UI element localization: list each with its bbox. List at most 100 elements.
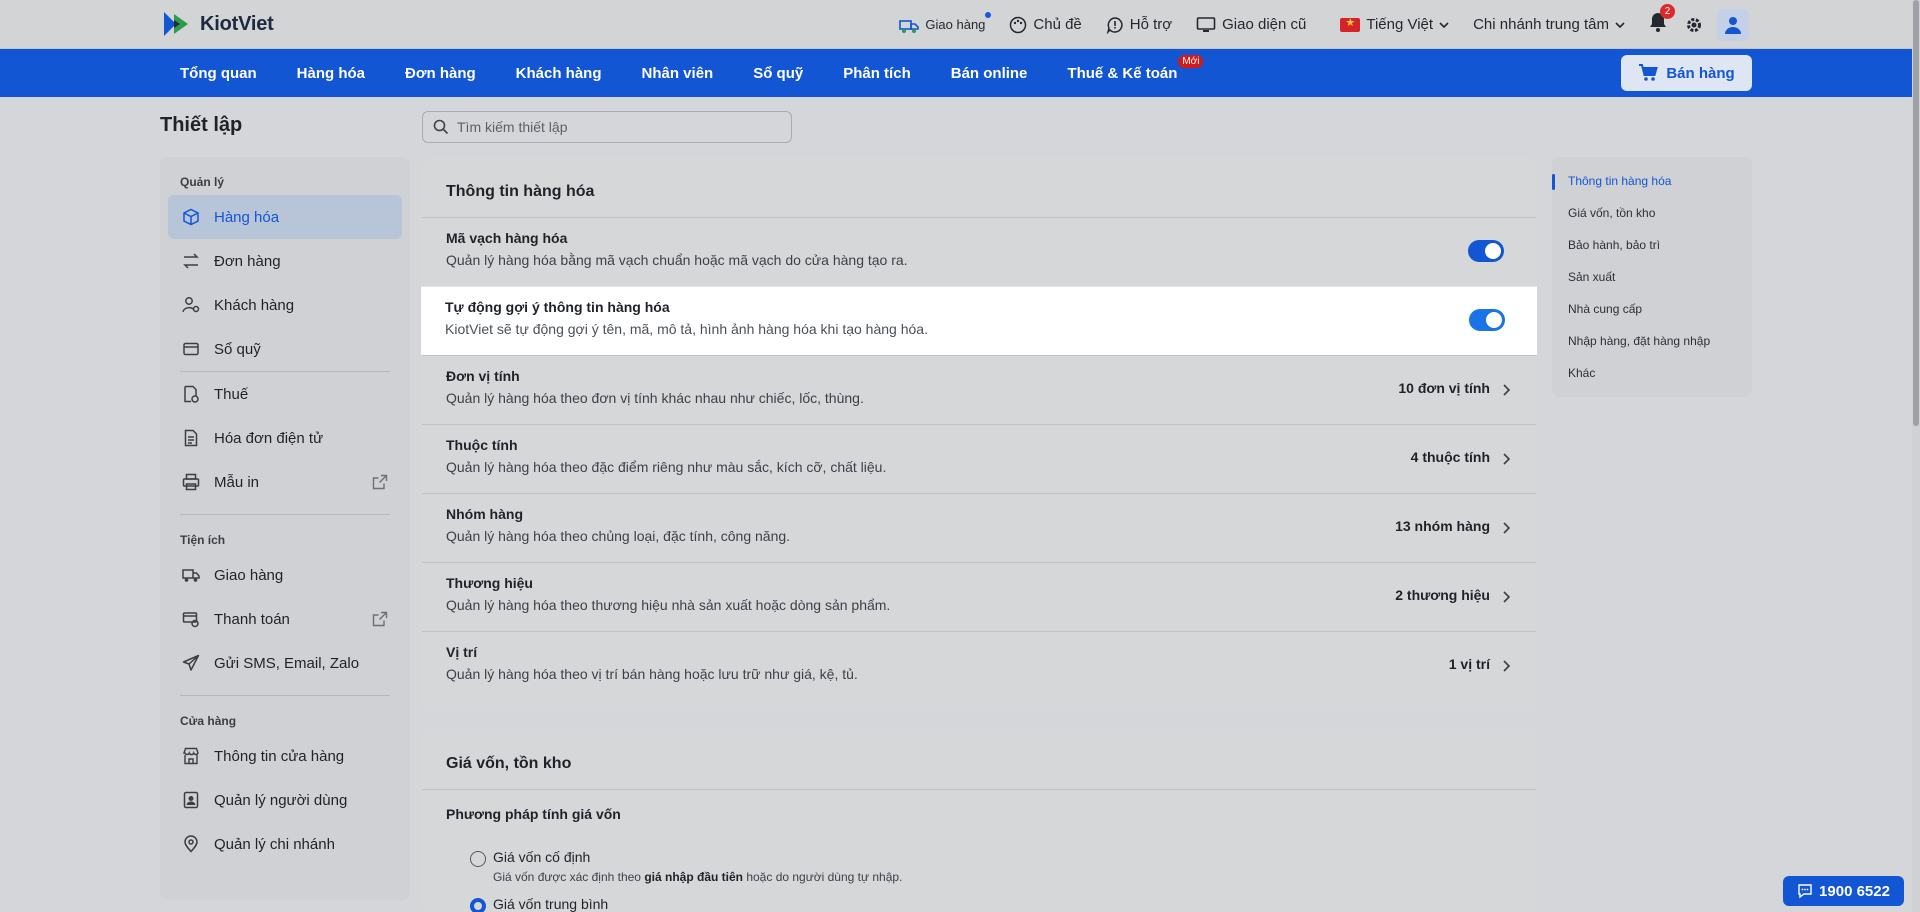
sidebar-item-label: Hàng hóa (214, 208, 280, 226)
cost-inventory-title: Giá vốn, tồn kho (446, 755, 572, 772)
old-ui-button[interactable]: Giao diện cũ (1196, 16, 1306, 34)
nav-overview[interactable]: Tổng quan (180, 65, 257, 82)
nav-online-sales[interactable]: Bán online (951, 65, 1028, 82)
invoice-icon (184, 429, 198, 447)
user-icon (1725, 16, 1741, 34)
language-selector[interactable]: Tiếng Việt (1340, 16, 1449, 33)
sell-button-label: Bán hàng (1666, 64, 1735, 82)
user-avatar-button[interactable] (1717, 8, 1749, 41)
setting-row-locations[interactable]: Vị trí Quản lý hàng hóa theo vị trí bán … (422, 631, 1536, 700)
auto-suggest-toggle[interactable] (1469, 309, 1505, 331)
sidebar-item-products[interactable]: Hàng hóa (168, 195, 402, 239)
setting-row-units[interactable]: Đơn vị tính Quản lý hàng hóa theo đơn vị… (422, 355, 1536, 424)
sidebar-item-label: Thanh toán (214, 610, 290, 628)
radio-label: Giá vốn trung bình (493, 896, 609, 912)
sidebar-item-tax[interactable]: Thuế (168, 372, 402, 416)
hotline-button[interactable]: 1900 6522 (1783, 876, 1904, 906)
vietnam-flag-icon (1340, 16, 1361, 32)
nav-customers[interactable]: Khách hàng (516, 65, 602, 82)
sidebar-item-store-info[interactable]: Thông tin cửa hàng (168, 734, 402, 778)
anchor-production[interactable]: Sản xuất (1552, 263, 1752, 295)
barcode-toggle[interactable] (1468, 240, 1504, 262)
sidebar-item-label: Mẫu in (214, 473, 260, 491)
old-ui-label: Giao diện cũ (1222, 16, 1307, 33)
anchor-cost-inventory[interactable]: Giá vốn, tồn kho (1552, 199, 1752, 231)
sidebar-item-label: Quản lý người dùng (214, 791, 348, 809)
sidebar-item-label: Giao hàng (214, 566, 284, 584)
sidebar-item-orders[interactable]: Đơn hàng (168, 239, 402, 283)
branch-selector[interactable]: Chi nhánh trung tâm (1473, 16, 1625, 33)
chevron-right-icon (1503, 453, 1510, 465)
sidebar-item-messaging[interactable]: Gửi SMS, Email, Zalo (168, 641, 402, 685)
sidebar-item-label: Hóa đơn điện tử (214, 429, 324, 447)
setting-value: 1 vị trí (1448, 656, 1490, 672)
anchor-product-info[interactable]: Thông tin hàng hóa (1552, 167, 1752, 199)
theme-button[interactable]: Chủ đề (1009, 16, 1082, 34)
sidebar-group-title: Quản lý (180, 175, 225, 189)
store-icon (183, 747, 199, 765)
radio-fixed[interactable] (470, 851, 486, 867)
chevron-right-icon (1503, 591, 1510, 603)
chevron-right-icon (1503, 384, 1510, 396)
support-button[interactable]: Hỗ trợ (1106, 16, 1172, 34)
cost-option-average[interactable]: Giá vốn trung bình (422, 896, 1536, 912)
nav-orders[interactable]: Đơn hàng (405, 65, 476, 82)
chevron-down-icon (1615, 21, 1625, 28)
sidebar-item-label: Sổ quỹ (214, 340, 261, 358)
printer-icon (182, 473, 200, 491)
sidebar-item-print-templates[interactable]: Mẫu in (168, 460, 402, 504)
settings-button[interactable] (1685, 16, 1703, 34)
notification-button[interactable]: 2 (1649, 4, 1675, 37)
logo-icon (164, 12, 188, 36)
setting-row-groups[interactable]: Nhóm hàng Quản lý hàng hóa theo chủng lo… (422, 493, 1536, 562)
sidebar-item-label: Thông tin cửa hàng (214, 747, 345, 765)
setting-value: 4 thuộc tính (1410, 449, 1490, 465)
sidebar-item-user-management[interactable]: Quản lý người dùng (168, 778, 402, 822)
delivery-label: Giao hàng (925, 17, 986, 32)
nav-products[interactable]: Hàng hóa (297, 65, 365, 82)
sidebar-item-delivery[interactable]: Giao hàng (168, 553, 402, 597)
app-name: KiotViet (200, 12, 274, 35)
delivery-truck-icon (899, 19, 920, 33)
anchor-suppliers[interactable]: Nhà cung cấp (1552, 295, 1752, 327)
settings-search-input[interactable] (457, 119, 777, 135)
scrollbar-thumb[interactable] (1913, 0, 1919, 426)
nav-cashbook[interactable]: Sổ quỹ (753, 65, 803, 82)
chevron-down-icon (1439, 21, 1449, 28)
gear-icon (1687, 17, 1701, 32)
external-link-icon (372, 611, 388, 627)
kiotviet-logo[interactable]: KiotViet (160, 8, 274, 40)
radio-description: Giá vốn được xác định theo giá nhập đầu … (493, 870, 903, 884)
sidebar-divider (180, 514, 390, 515)
section-anchor-nav: Thông tin hàng hóa Giá vốn, tồn kho Bảo … (1552, 157, 1752, 397)
setting-title: Thương hiệu (446, 575, 533, 591)
delivery-dot (985, 11, 992, 18)
sidebar-item-cashbook[interactable]: Sổ quỹ (168, 327, 402, 371)
sidebar-item-branch-management[interactable]: Quản lý chi nhánh (168, 822, 402, 866)
sidebar-item-customers[interactable]: Khách hàng (168, 283, 402, 327)
delivery-link[interactable]: Giao hàng (899, 11, 992, 34)
setting-row-brands[interactable]: Thương hiệu Quản lý hàng hóa theo thương… (422, 562, 1536, 631)
nav-staff[interactable]: Nhân viên (642, 65, 714, 82)
nav-tax-accounting[interactable]: Thuế & Kế toán Mới (1067, 54, 1204, 82)
anchor-warranty[interactable]: Bảo hành, bảo trì (1552, 231, 1752, 263)
anchor-purchasing[interactable]: Nhập hàng, đặt hàng nhập (1552, 327, 1752, 359)
main-nav: Tổng quan Hàng hóa Đơn hàng Khách hàng N… (0, 49, 1912, 97)
swap-arrows-icon (183, 253, 199, 269)
top-bar: KiotViet Giao hàng Chủ đề Hỗ trợ Giao di… (0, 0, 1920, 49)
sell-button[interactable]: Bán hàng (1621, 55, 1752, 91)
page-scrollbar[interactable] (1912, 0, 1920, 912)
radio-average[interactable] (470, 898, 486, 912)
sidebar-divider (180, 695, 390, 696)
nav-analytics[interactable]: Phân tích (843, 65, 911, 82)
support-label: Hỗ trợ (1129, 16, 1173, 33)
wallet-icon (183, 342, 199, 356)
anchor-other[interactable]: Khác (1552, 359, 1752, 391)
nav-tax-accounting-label: Thuế & Kế toán (1067, 64, 1178, 82)
sidebar-item-e-invoice[interactable]: Hóa đơn điện tử (168, 416, 402, 460)
settings-search[interactable] (422, 111, 792, 143)
chat-support-icon (1106, 16, 1123, 34)
cost-option-fixed[interactable]: Giá vốn cố định Giá vốn được xác định th… (422, 849, 1536, 884)
sidebar-item-payment[interactable]: Thanh toán (168, 597, 402, 641)
setting-row-attributes[interactable]: Thuộc tính Quản lý hàng hóa theo đặc điể… (422, 424, 1536, 493)
